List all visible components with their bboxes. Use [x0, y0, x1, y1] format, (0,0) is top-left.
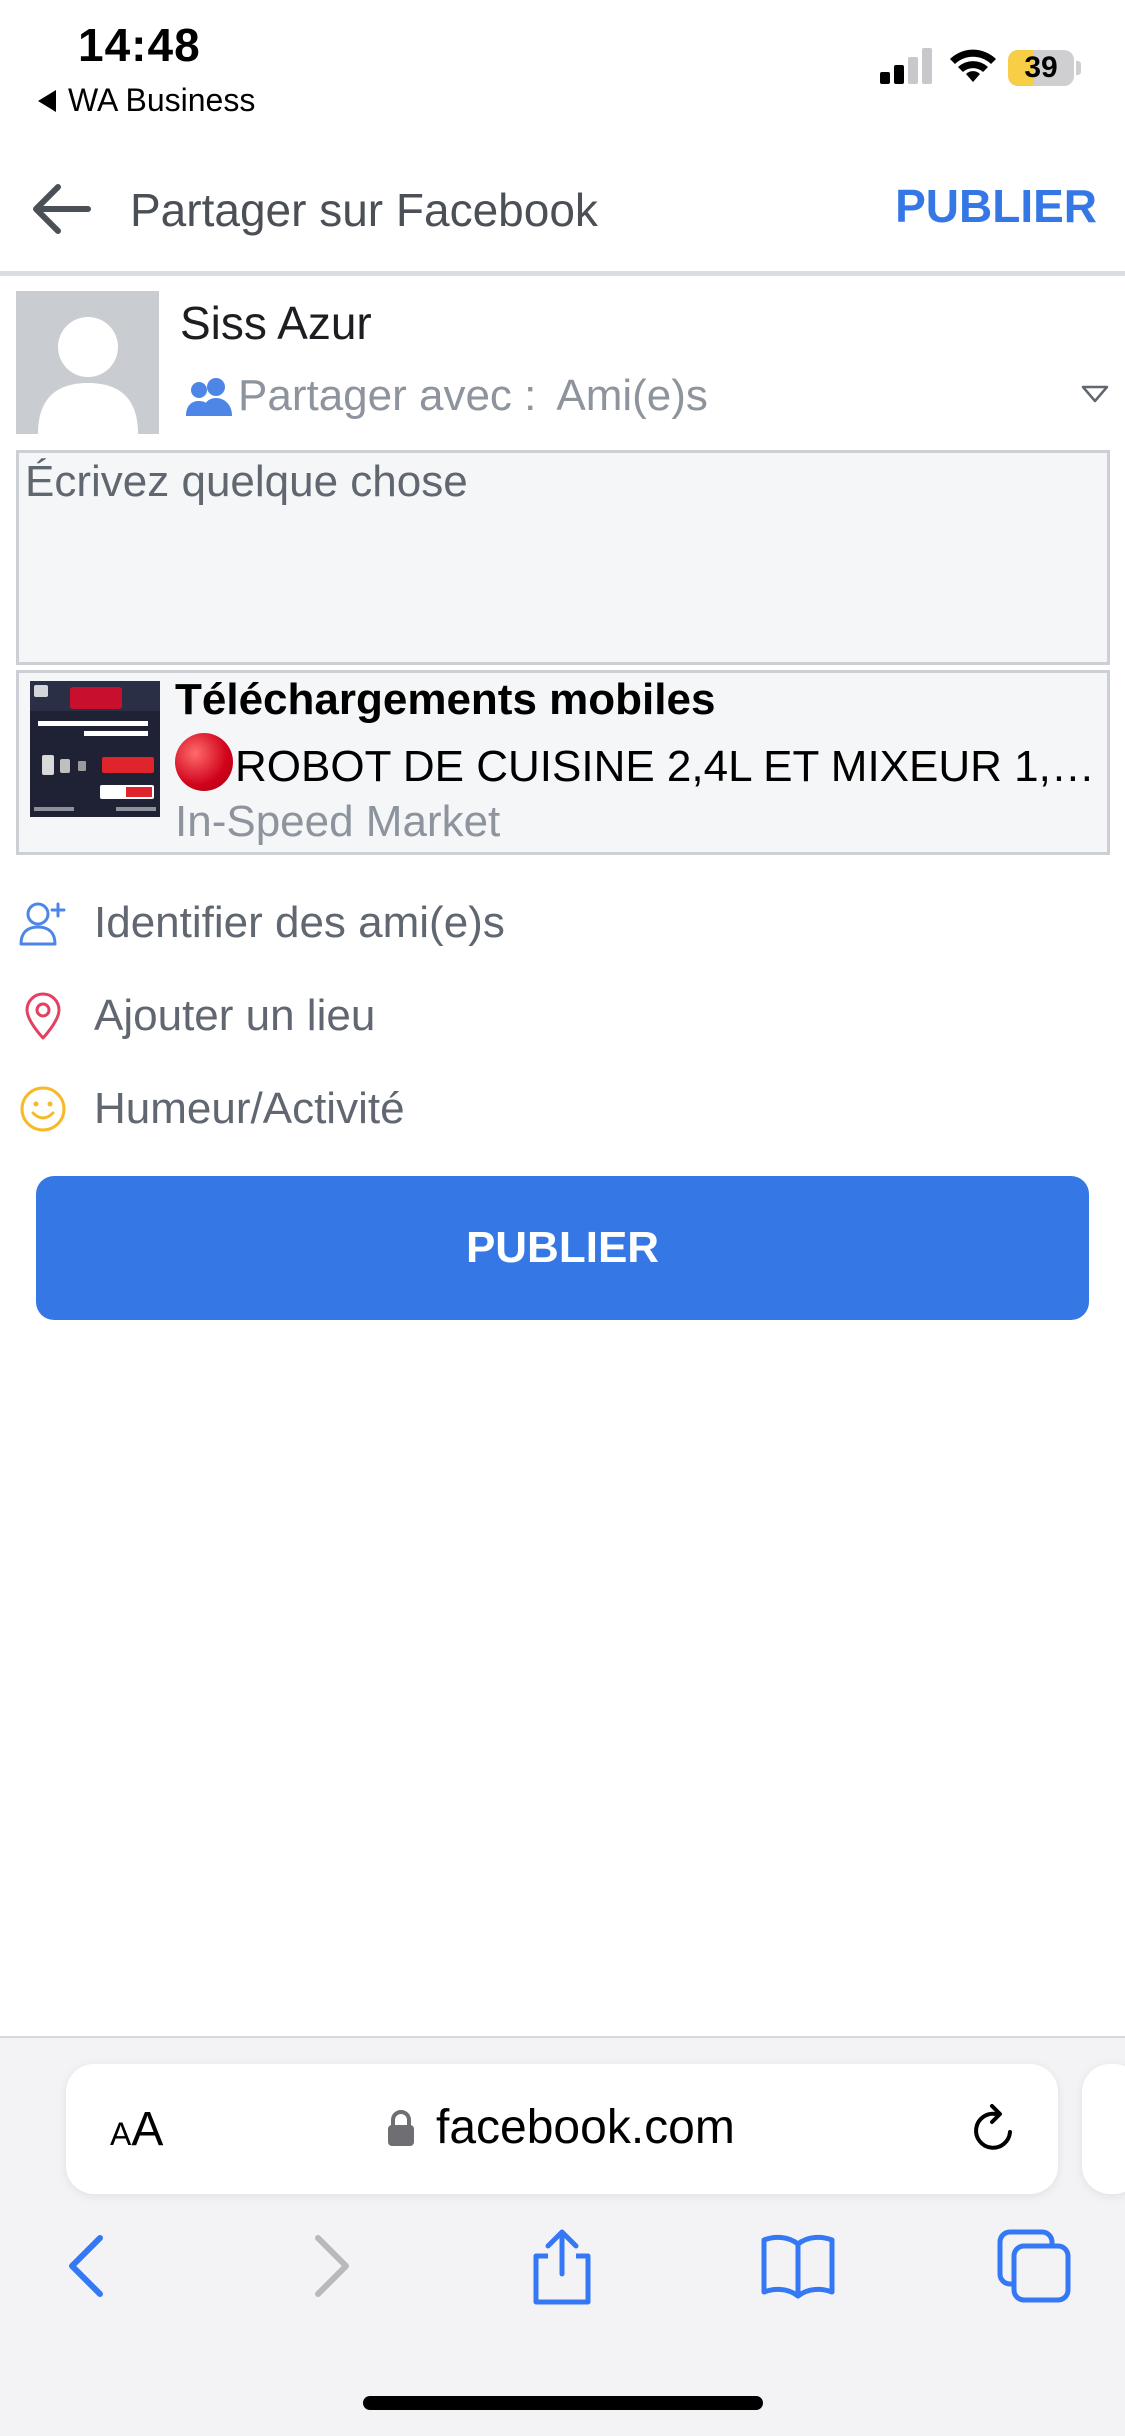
tabs-icon[interactable]	[994, 2226, 1074, 2306]
option-mood-activity[interactable]: Humeur/Activité	[18, 1074, 918, 1144]
browser-back-icon[interactable]	[48, 2226, 128, 2306]
avatar	[16, 291, 159, 434]
audience-value: Ami(e)s	[556, 371, 708, 420]
share-icon[interactable]	[522, 2226, 602, 2306]
post-text-input[interactable]	[19, 453, 1107, 662]
option-add-location[interactable]: Ajouter un lieu	[18, 981, 918, 1051]
status-bar: 14:48 WA Business 39	[0, 0, 1125, 135]
browser-forward-icon[interactable]	[290, 2226, 370, 2306]
url-text: facebook.com	[436, 2101, 735, 2154]
link-title-row: ROBOT DE CUISINE 2,4L ET MIXEUR 1,5 L	[175, 733, 1095, 792]
audience-prefix: Partager avec :	[238, 371, 537, 420]
smiley-icon	[20, 1086, 66, 1132]
text-size-button[interactable]: AA	[110, 2102, 163, 2157]
link-preview-card[interactable]: Téléchargements mobiles ROBOT DE CUISINE…	[16, 670, 1110, 855]
text-size-large-a: A	[131, 2103, 164, 2156]
home-indicator[interactable]	[363, 2396, 763, 2410]
tag-friends-icon	[19, 902, 66, 946]
back-to-app-button[interactable]: WA Business	[38, 82, 255, 119]
wifi-icon	[950, 49, 996, 82]
header-publish-button[interactable]: PUBLIER	[895, 179, 1097, 233]
option-label: Identifier des ami(e)s	[94, 898, 505, 947]
page-title: Partager sur Facebook	[130, 184, 598, 236]
link-site: In-Speed Market	[175, 797, 501, 846]
post-composer	[16, 450, 1110, 665]
link-title: ROBOT DE CUISINE 2,4L ET MIXEUR 1,5 L	[235, 742, 1095, 791]
red-circle-emoji-icon	[175, 733, 233, 791]
audience-selector[interactable]: Partager avec : Ami(e)s	[184, 370, 1109, 422]
default-avatar-icon	[38, 317, 138, 434]
next-tab-peek[interactable]	[1082, 2064, 1125, 2194]
chevron-down-icon	[1081, 385, 1109, 403]
share-header: Partager sur Facebook PUBLIER	[0, 155, 1125, 271]
option-label: Humeur/Activité	[94, 1084, 405, 1133]
link-thumbnail	[30, 681, 160, 817]
option-tag-friends[interactable]: Identifier des ami(e)s	[18, 888, 918, 958]
bookmarks-icon[interactable]	[758, 2226, 838, 2306]
location-pin-icon	[25, 992, 61, 1040]
text-size-small-a: A	[110, 2116, 132, 2152]
product-thumbnail-image	[30, 681, 160, 817]
lock-icon	[388, 2110, 414, 2146]
publish-button[interactable]: PUBLIER	[36, 1176, 1089, 1320]
author-name: Siss Azur	[180, 297, 372, 349]
back-triangle-icon	[38, 89, 56, 112]
back-arrow-icon[interactable]	[28, 179, 92, 239]
cellular-signal-icon	[880, 48, 932, 84]
header-divider	[0, 271, 1125, 276]
option-label: Ajouter un lieu	[94, 991, 376, 1040]
address-bar[interactable]: AA facebook.com	[66, 2064, 1058, 2194]
status-time: 14:48	[78, 19, 201, 71]
battery-indicator: 39	[1008, 50, 1081, 86]
friends-icon	[186, 378, 232, 416]
link-source: Téléchargements mobiles	[175, 675, 716, 724]
back-app-label: WA Business	[68, 82, 256, 118]
reload-icon[interactable]	[966, 2102, 1022, 2158]
battery-level: 39	[1024, 51, 1058, 84]
